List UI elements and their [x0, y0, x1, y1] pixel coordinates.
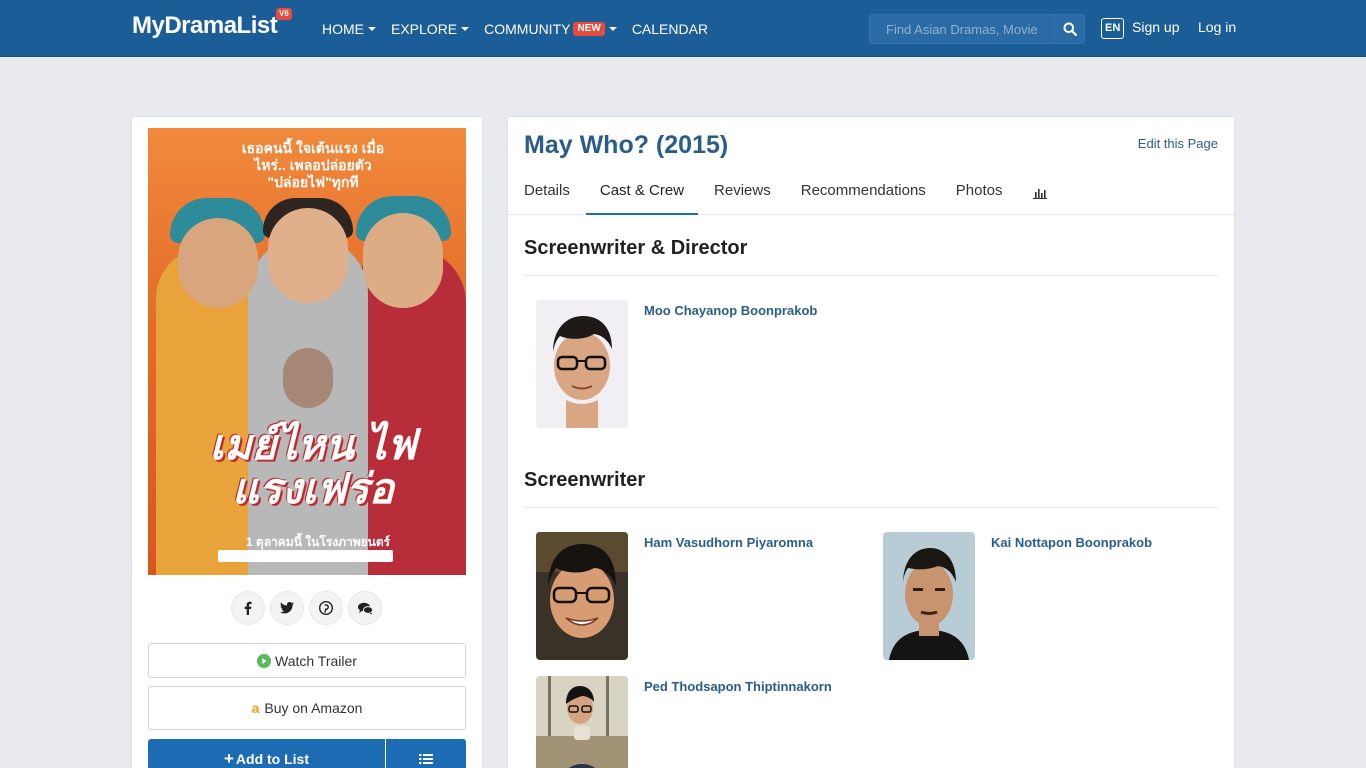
comments-icon	[357, 602, 373, 614]
tab-photos[interactable]: Photos	[956, 173, 1003, 215]
nav-calendar[interactable]: CALENDAR	[632, 21, 708, 37]
watch-trailer-label: Watch Trailer	[275, 652, 357, 669]
login-link[interactable]: Log in	[1198, 19, 1236, 35]
nav-explore-label: EXPLORE	[391, 20, 458, 37]
top-navbar: MyDramaList V6 HOME EXPLORE COMMUNITY NE…	[0, 0, 1366, 57]
poster-figure	[283, 348, 333, 408]
add-to-list-button[interactable]: + Add to List	[148, 739, 385, 768]
person-name-link[interactable]: Ham Vasudhorn Piyaromna	[644, 535, 813, 550]
pinterest-share-button[interactable]	[309, 591, 343, 625]
person-photo[interactable]	[883, 532, 975, 660]
person-name-link[interactable]: Kai Nottapon Boonprakob	[991, 535, 1152, 550]
poster-panel: เธอคนนี้ ใจเต้นแรง เมื่อไหร่.. เพลอปล่อย…	[131, 116, 483, 768]
pinterest-icon	[319, 601, 333, 615]
section-divider	[524, 507, 1218, 508]
twitter-icon	[280, 602, 294, 614]
edit-page-link[interactable]: Edit this Page	[1138, 136, 1218, 151]
chevron-down-icon	[368, 26, 376, 31]
poster-figure	[363, 213, 443, 308]
chevron-down-icon	[608, 26, 617, 31]
signup-link[interactable]: Sign up	[1132, 19, 1179, 35]
nav-community[interactable]: COMMUNITY NEW	[484, 21, 617, 37]
person-photo[interactable]	[536, 532, 628, 660]
plus-icon: +	[223, 749, 234, 768]
tab-cast-crew[interactable]: Cast & Crew	[585, 173, 699, 215]
list-icon	[419, 754, 433, 764]
search-box	[869, 14, 1085, 44]
twitter-share-button[interactable]	[270, 591, 304, 625]
poster-sponsor-logos	[218, 550, 393, 562]
tab-reviews[interactable]: Reviews	[714, 173, 771, 215]
buy-amazon-label: Buy on Amazon	[264, 700, 363, 716]
nav-home[interactable]: HOME	[322, 21, 376, 37]
search-button[interactable]	[1054, 14, 1085, 44]
play-icon	[257, 653, 272, 668]
nav-calendar-label: CALENDAR	[631, 20, 709, 37]
search-input[interactable]	[869, 14, 1054, 44]
tab-details[interactable]: Details	[524, 173, 570, 215]
comments-button[interactable]	[348, 591, 382, 625]
main-menu: HOME EXPLORE COMMUNITY NEW CALENDAR	[322, 0, 723, 57]
facebook-icon	[244, 601, 252, 615]
poster-figure	[268, 208, 348, 303]
new-badge: NEW	[573, 21, 605, 36]
page-title[interactable]: May Who? (2015)	[524, 131, 728, 160]
search-icon	[1063, 22, 1077, 36]
amazon-icon: a	[251, 700, 260, 716]
buy-amazon-button[interactable]: a Buy on Amazon	[148, 686, 466, 730]
chevron-down-icon	[461, 26, 470, 31]
watch-trailer-button[interactable]: Watch Trailer	[148, 643, 466, 678]
tab-statistics[interactable]	[1032, 173, 1047, 215]
avatar	[536, 532, 628, 660]
language-selector[interactable]: EN	[1101, 18, 1125, 39]
avatar	[883, 532, 975, 660]
site-logo[interactable]: MyDramaList	[132, 12, 278, 44]
nav-community-label: COMMUNITY	[484, 20, 571, 37]
content-tabs: Details Cast & Crew Reviews Recommendati…	[508, 173, 1234, 215]
share-buttons	[231, 591, 382, 625]
section-divider	[524, 275, 1218, 276]
avatar	[536, 300, 628, 428]
poster-title: เมย์ไหน ไฟแรงเฟร่อ	[209, 421, 417, 512]
nav-explore[interactable]: EXPLORE	[391, 20, 470, 37]
person-photo[interactable]	[536, 300, 628, 428]
logo-version-badge: V6	[276, 8, 292, 20]
avatar	[536, 676, 628, 768]
movie-poster[interactable]: เธอคนนี้ ใจเต้นแรง เมื่อไหร่.. เพลอปล่อย…	[148, 128, 466, 575]
nav-home-label: HOME	[322, 20, 364, 37]
bar-chart-icon	[1032, 189, 1047, 199]
person-name-link[interactable]: Moo Chayanop Boonprakob	[644, 303, 817, 318]
add-to-list-label: Add to List	[235, 751, 310, 767]
person-name-link[interactable]: Ped Thodsapon Thiptinnakorn	[644, 679, 832, 694]
main-panel: May Who? (2015) Edit this Page Details C…	[507, 116, 1235, 768]
poster-tagline: เธอคนนี้ ใจเต้นแรง เมื่อไหร่.. เพลอปล่อย…	[241, 140, 385, 190]
facebook-share-button[interactable]	[231, 591, 265, 625]
section-title-screenwriter: Screenwriter	[524, 469, 646, 491]
section-title-screenwriter-director: Screenwriter & Director	[524, 237, 748, 259]
list-options-button[interactable]	[386, 739, 466, 768]
person-photo[interactable]	[536, 676, 628, 768]
poster-figure	[178, 218, 258, 308]
tab-recommendations[interactable]: Recommendations	[801, 173, 926, 215]
